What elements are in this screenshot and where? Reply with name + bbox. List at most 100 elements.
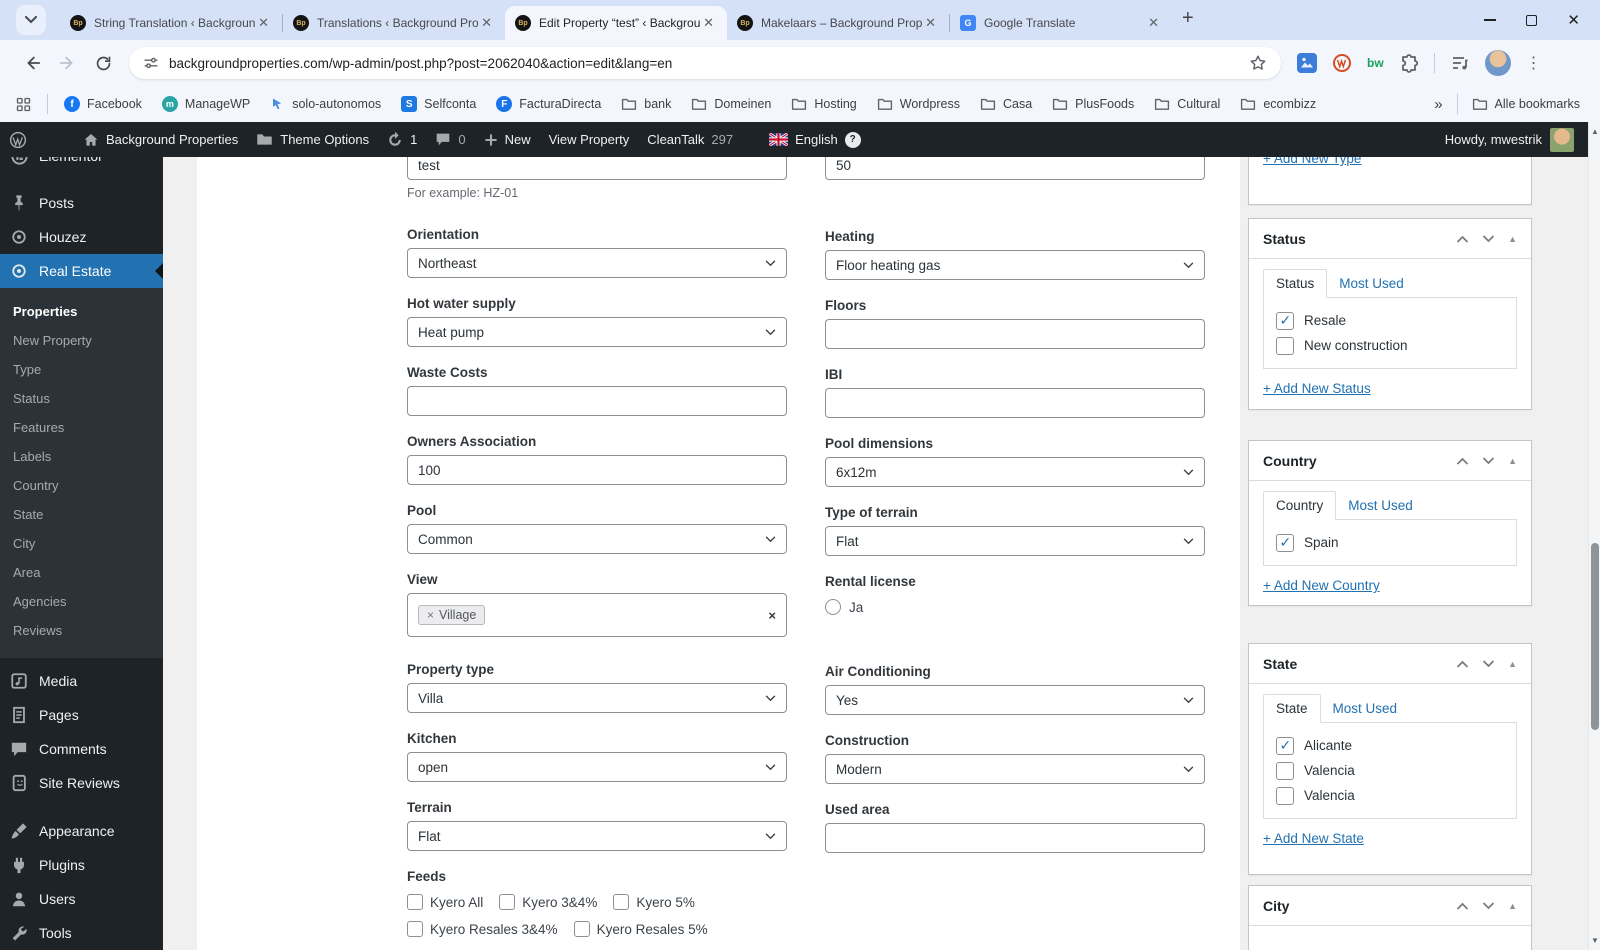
close-button[interactable]: ✕	[1567, 13, 1580, 28]
submenu-state[interactable]: State	[0, 500, 163, 529]
browser-tab-2[interactable]: Bp Translations ‹ Background Prop ✕	[283, 6, 505, 40]
property-type-select[interactable]: Villa	[407, 683, 787, 713]
submenu-agencies[interactable]: Agencies	[0, 587, 163, 616]
profile-avatar[interactable]	[1484, 50, 1511, 76]
submenu-country[interactable]: Country	[0, 471, 163, 500]
pool-select[interactable]: Common	[407, 524, 787, 554]
sidebar-item-media[interactable]: Media	[0, 664, 163, 698]
media-playlist-icon[interactable]	[1450, 53, 1470, 73]
state-option-valencia-1[interactable]: Valencia	[1276, 758, 1504, 783]
reference-input[interactable]: test	[407, 157, 787, 180]
submenu-city[interactable]: City	[0, 529, 163, 558]
checkbox[interactable]	[1276, 336, 1294, 355]
bookmark-folder-wordpress[interactable]: Wordpress	[877, 97, 960, 111]
state-option-alicante[interactable]: Alicante	[1276, 733, 1504, 758]
submenu-labels[interactable]: Labels	[0, 442, 163, 471]
bookmarks-overflow-button[interactable]: »	[1434, 96, 1442, 113]
browser-tab-active[interactable]: Bp Edit Property “test” ‹ Backgroun ✕	[505, 6, 727, 40]
sidebar-item-site-reviews[interactable]: Site Reviews	[0, 766, 163, 800]
kitchen-select[interactable]: open	[407, 752, 787, 782]
site-info-icon[interactable]	[143, 55, 159, 71]
checkbox[interactable]	[407, 921, 423, 937]
bookmark-facebook[interactable]: f Facebook	[64, 96, 142, 112]
move-up-icon[interactable]	[1456, 902, 1469, 910]
checkbox[interactable]	[499, 894, 516, 910]
move-down-icon[interactable]	[1482, 659, 1495, 668]
page-scrollbar[interactable]: ▲ ▼	[1588, 122, 1600, 950]
checkbox-checked[interactable]	[1276, 736, 1294, 755]
floors-input[interactable]	[825, 319, 1205, 349]
browser-tab-4[interactable]: Bp Makelaars – Background Prope ✕	[727, 6, 949, 40]
photo-extension-icon[interactable]	[1297, 53, 1317, 73]
add-new-type-link[interactable]: + Add New Type	[1263, 157, 1361, 166]
checkbox[interactable]	[613, 894, 630, 910]
submenu-area[interactable]: Area	[0, 558, 163, 587]
submenu-type[interactable]: Type	[0, 355, 163, 384]
bookmark-folder-cultural[interactable]: Cultural	[1154, 97, 1220, 111]
submenu-features[interactable]: Features	[0, 413, 163, 442]
submenu-status[interactable]: Status	[0, 384, 163, 413]
view-property-menu[interactable]: View Property	[540, 122, 639, 157]
forward-button[interactable]	[50, 54, 86, 72]
hot-water-supply-select[interactable]: Heat pump	[407, 317, 787, 347]
feed-kyero-all[interactable]: Kyero All	[407, 890, 483, 914]
submenu-new-property[interactable]: New Property	[0, 326, 163, 355]
checkbox[interactable]	[407, 894, 423, 910]
top-right-input[interactable]: 50	[825, 157, 1205, 180]
feed-kyero-resales-34[interactable]: Kyero Resales 3&4%	[407, 917, 558, 941]
bookmark-folder-plusfoods[interactable]: PlusFoods	[1052, 97, 1134, 111]
feed-kyero-resales-5[interactable]: Kyero Resales 5%	[573, 917, 708, 941]
scrollbar-thumb[interactable]	[1591, 543, 1599, 730]
browser-tab-5[interactable]: G Google Translate ✕	[950, 6, 1172, 40]
sidebar-item-pages[interactable]: Pages	[0, 698, 163, 732]
feed-kyero-5[interactable]: Kyero 5%	[613, 890, 695, 914]
bookmark-folder-bank[interactable]: bank	[621, 97, 671, 111]
bookmark-folder-ecombizz[interactable]: ecombizz	[1240, 97, 1316, 111]
clear-field-icon[interactable]: ×	[768, 608, 776, 623]
address-bar[interactable]: backgroundproperties.com/wp-admin/post.p…	[129, 47, 1281, 79]
url-text[interactable]: backgroundproperties.com/wp-admin/post.p…	[169, 56, 1249, 71]
add-new-country-link[interactable]: + Add New Country	[1263, 578, 1380, 593]
checkbox-checked[interactable]	[1276, 533, 1294, 552]
checkbox-checked[interactable]	[1276, 311, 1294, 330]
collapse-icon[interactable]: ▲	[1508, 234, 1517, 244]
all-bookmarks-button[interactable]: Alle bookmarks	[1472, 97, 1580, 111]
sidebar-item-elementor[interactable]: Elementor	[0, 157, 163, 170]
scroll-up-icon[interactable]: ▲	[1589, 127, 1600, 136]
browser-tab-1[interactable]: Bp String Translation ‹ Background ✕	[60, 6, 282, 40]
wordpress-extension-icon[interactable]	[1332, 53, 1352, 73]
checkbox[interactable]	[1276, 786, 1294, 805]
bw-extension-icon[interactable]: bw	[1367, 56, 1384, 70]
feed-kyero-34[interactable]: Kyero 3&4%	[499, 890, 597, 914]
account-menu[interactable]: Howdy, mwestrik	[1445, 127, 1588, 152]
status-option-resale[interactable]: Resale	[1276, 308, 1504, 333]
bookmark-managewp[interactable]: m ManageWP	[161, 96, 250, 112]
tab-state-all[interactable]: State	[1263, 694, 1321, 723]
tab-close-icon[interactable]: ✕	[1145, 15, 1162, 31]
ibi-input[interactable]	[825, 388, 1205, 418]
bookmark-folder-hosting[interactable]: Hosting	[791, 97, 857, 111]
rental-license-option[interactable]: Ja	[825, 595, 1205, 619]
scroll-down-icon[interactable]: ▼	[1589, 936, 1600, 945]
bookmark-selfconta[interactable]: S Selfconta	[401, 96, 476, 112]
tab-country-most-used[interactable]: Most Used	[1336, 492, 1425, 519]
owners-association-input[interactable]: 100	[407, 455, 787, 485]
move-down-icon[interactable]	[1482, 456, 1495, 465]
sidebar-item-tools[interactable]: Tools	[0, 916, 163, 950]
new-tab-button[interactable]: +	[1172, 7, 1208, 34]
bookmark-facturadirecta[interactable]: F FacturaDirecta	[496, 96, 601, 112]
wp-logo-menu[interactable]	[0, 122, 36, 157]
sidebar-item-appearance[interactable]: Appearance	[0, 814, 163, 848]
construction-select[interactable]: Modern	[825, 754, 1205, 784]
theme-options-menu[interactable]: Theme Options	[247, 122, 378, 157]
move-up-icon[interactable]	[1456, 660, 1469, 668]
move-up-icon[interactable]	[1456, 235, 1469, 243]
submenu-reviews[interactable]: Reviews	[0, 616, 163, 645]
back-button[interactable]	[14, 54, 50, 72]
new-content-menu[interactable]: New	[475, 122, 540, 157]
tab-country-all[interactable]: Country	[1263, 491, 1337, 520]
comments-menu[interactable]: 0	[426, 122, 474, 157]
air-conditioning-select[interactable]: Yes	[825, 685, 1205, 715]
site-name-menu[interactable]: Background Properties	[74, 122, 247, 157]
maximize-button[interactable]	[1526, 14, 1538, 26]
